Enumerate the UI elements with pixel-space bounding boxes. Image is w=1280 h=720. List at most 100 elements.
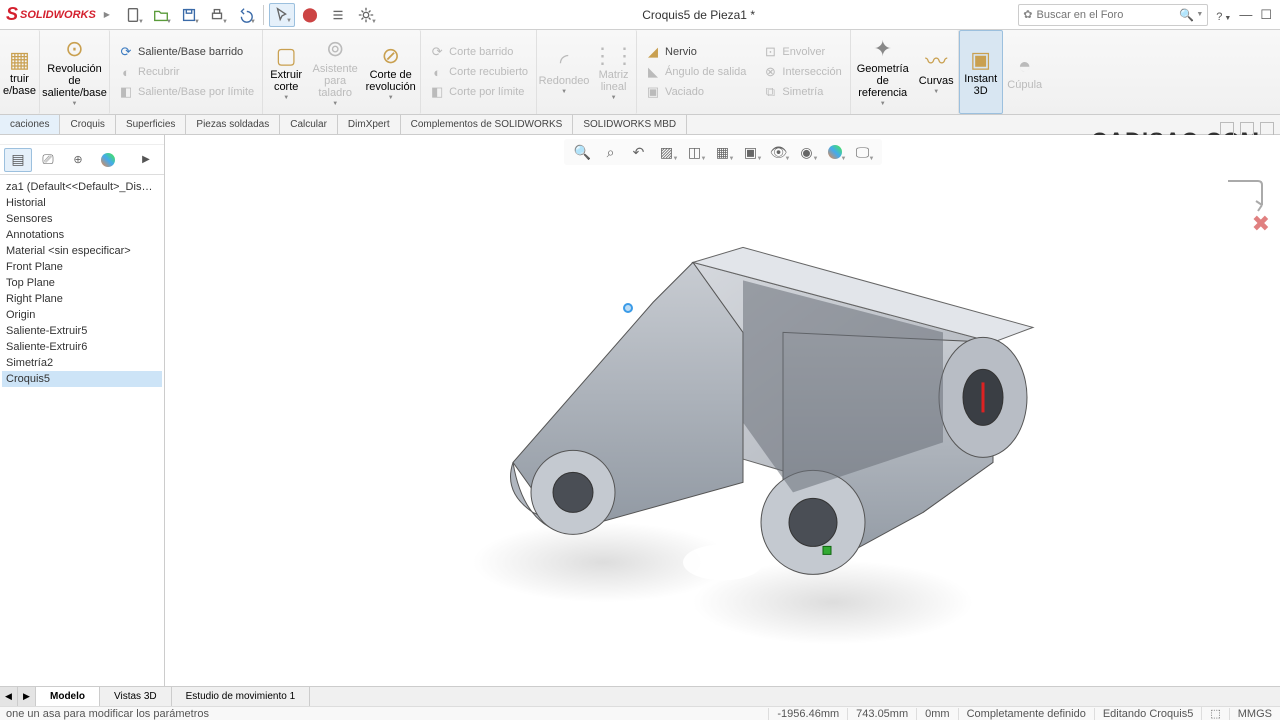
save-button[interactable]: ▼ <box>176 3 202 27</box>
settings-button[interactable]: ▼ <box>353 3 379 27</box>
new-doc-button[interactable]: ▼ <box>120 3 146 27</box>
zoom-fit-button[interactable]: 🔍 <box>570 141 596 163</box>
extrude-cut-button[interactable]: ▢ Extruir corte▼ <box>263 30 309 114</box>
tree-item[interactable]: Saliente-Extruir6 <box>2 339 162 355</box>
status-definition: Completamente definido <box>958 708 1094 720</box>
model-3d-view <box>363 202 1083 662</box>
tab-mbd[interactable]: SOLIDWORKS MBD <box>573 115 687 134</box>
doc-restore-button[interactable] <box>1240 122 1254 136</box>
display-style-button[interactable]: ▦▼ <box>710 141 736 163</box>
ref-geometry-button[interactable]: ✦Geometría de referencia▼ <box>851 30 915 114</box>
status-coord-x: -1956.46mm <box>768 708 847 720</box>
shell-button: ▣Vaciado <box>641 83 750 101</box>
tab-vistas-3d[interactable]: Vistas 3D <box>100 687 172 706</box>
tab-croquis[interactable]: Croquis <box>60 115 115 134</box>
minimize-button[interactable]: — <box>1239 7 1252 23</box>
window-title: Croquis5 de Pieza1 * <box>379 8 1018 22</box>
title-bar: SSOLIDWORKS ▶ ▼ ▼ ▼ ▼ ▼ ▼ ⬤ ▼ Croquis5 d… <box>0 0 1280 30</box>
rebuild-button[interactable]: ⬤ <box>297 3 323 27</box>
status-custom-icon[interactable]: ⬚ <box>1201 707 1228 720</box>
cancel-sketch-button[interactable]: ✖ <box>1252 211 1270 237</box>
doc-close-button[interactable] <box>1260 122 1274 136</box>
hole-wizard-button: ⊚ Asistente para taladro▼ <box>309 30 361 114</box>
status-units[interactable]: MMGS <box>1229 708 1280 720</box>
hide-show-button[interactable]: ▣▼ <box>738 141 764 163</box>
tree-item[interactable]: Material <sin especificar> <box>2 243 162 259</box>
tab-nav-next[interactable]: ▶ <box>18 687 36 706</box>
tree-item[interactable]: Historial <box>2 195 162 211</box>
curves-button[interactable]: 〰Curvas▼ <box>915 30 959 114</box>
search-input[interactable] <box>1037 9 1180 21</box>
graphics-viewport[interactable]: 🔍 ⌕ ↶ ▨▼ ◫▼ ▦▼ ▣▼ 👁▼ ◉▼ ▼ 🖵▼ <box>165 135 1280 692</box>
search-icon[interactable]: 🔍 <box>1179 8 1194 22</box>
tab-dimxpert[interactable]: DimXpert <box>338 115 401 134</box>
tab-modelo[interactable]: Modelo <box>36 687 100 706</box>
tree-root[interactable]: za1 (Default<<Default>_Display S <box>2 179 162 195</box>
select-button[interactable]: ▼ <box>269 3 295 27</box>
options-list-button[interactable] <box>325 3 351 27</box>
tree-item-selected[interactable]: Croquis5 <box>2 371 162 387</box>
maximize-button[interactable]: ☐ <box>1260 7 1272 23</box>
undo-button[interactable]: ▼ <box>232 3 258 27</box>
view-display-button[interactable]: 🖵▼ <box>850 141 876 163</box>
search-scope-icon: ✿ <box>1023 8 1032 21</box>
main-area: ▤ ⎚ ⊕ ▶ za1 (Default<<Default>_Display S… <box>0 135 1280 692</box>
config-manager-tab[interactable]: ⊕ <box>64 148 92 172</box>
busy-cursor-icon <box>623 303 633 313</box>
loft-boss-button: ◐Recubrir <box>114 63 258 81</box>
tree-item[interactable]: Origin <box>2 307 162 323</box>
mirror-button: ⧉Simetría <box>758 83 845 101</box>
status-coord-z: 0mm <box>916 708 957 720</box>
status-hint: one un asa para modificar los parámetros <box>0 708 768 720</box>
tree-item[interactable]: Top Plane <box>2 275 162 291</box>
revolve-boss-button[interactable]: ⊙ Revolución de saliente/base ▼ <box>40 30 110 114</box>
doc-minimize-button[interactable] <box>1220 122 1234 136</box>
view-settings-button[interactable]: 👁▼ <box>766 141 792 163</box>
rib-button[interactable]: ◢Nervio <box>641 43 750 61</box>
revolve-cut-button[interactable]: ⊘ Corte de revolución▼ <box>361 30 421 114</box>
property-manager-tab[interactable]: ⎚ <box>34 148 62 172</box>
command-manager-tabs: caciones Croquis Superficies Piezas sold… <box>0 115 1280 135</box>
print-button[interactable]: ▼ <box>204 3 230 27</box>
feature-tree[interactable]: za1 (Default<<Default>_Display S Histori… <box>0 175 164 692</box>
instant-3d-button[interactable]: ▣Instant 3D <box>959 30 1003 114</box>
apply-scene-button[interactable]: ▼ <box>822 141 848 163</box>
search-box[interactable]: ✿ 🔍 ▼ <box>1018 4 1208 26</box>
tab-nav-prev[interactable]: ◀ <box>0 687 18 706</box>
tree-item[interactable]: Front Plane <box>2 259 162 275</box>
edit-appearance-button[interactable]: ◉▼ <box>794 141 820 163</box>
tab-complementos[interactable]: Complementos de SOLIDWORKS <box>401 115 574 134</box>
tab-piezas-soldadas[interactable]: Piezas soldadas <box>186 115 280 134</box>
quick-access-toolbar: ▼ ▼ ▼ ▼ ▼ ▼ ⬤ ▼ <box>120 3 379 27</box>
appearance-tab[interactable] <box>94 148 122 172</box>
swept-boss-button[interactable]: ⟳Saliente/Base barrido <box>114 43 258 61</box>
tab-operaciones[interactable]: caciones <box>0 115 60 134</box>
status-bar: one un asa para modificar los parámetros… <box>0 706 1280 720</box>
tab-estudio-movimiento[interactable]: Estudio de movimiento 1 <box>172 687 311 706</box>
panel-expand-button[interactable]: ▶ <box>132 148 160 172</box>
status-editing: Editando Croquis5 <box>1094 708 1202 720</box>
open-button[interactable]: ▼ <box>148 3 174 27</box>
tab-calcular[interactable]: Calcular <box>280 115 338 134</box>
tree-item[interactable]: Annotations <box>2 227 162 243</box>
zoom-area-button[interactable]: ⌕ <box>598 141 624 163</box>
section-view-button[interactable]: ▨▼ <box>654 141 680 163</box>
tree-item[interactable]: Saliente-Extruir5 <box>2 323 162 339</box>
help-button[interactable]: ?▼ <box>1216 7 1231 23</box>
heads-up-view-toolbar: 🔍 ⌕ ↶ ▨▼ ◫▼ ▦▼ ▣▼ 👁▼ ◉▼ ▼ 🖵▼ <box>564 139 882 165</box>
doc-window-controls <box>1220 122 1274 136</box>
status-coord-y: 743.05mm <box>847 708 916 720</box>
tree-item[interactable]: Sensores <box>2 211 162 227</box>
feature-manager-panel: ▤ ⎚ ⊕ ▶ za1 (Default<<Default>_Display S… <box>0 135 165 692</box>
intersect-button: ⊗Intersección <box>758 63 845 81</box>
feature-tree-tab[interactable]: ▤ <box>4 148 32 172</box>
boundary-cut-button: ◧Corte por límite <box>425 83 532 101</box>
draft-button: ◣Ángulo de salida <box>641 63 750 81</box>
tree-item[interactable]: Right Plane <box>2 291 162 307</box>
tree-item[interactable]: Simetría2 <box>2 355 162 371</box>
tab-superficies[interactable]: Superficies <box>116 115 186 134</box>
extrude-boss-button[interactable]: ▦ truir e/base <box>0 30 40 114</box>
view-orientation-button[interactable]: ◫▼ <box>682 141 708 163</box>
previous-view-button[interactable]: ↶ <box>626 141 652 163</box>
panel-tabs: ▤ ⎚ ⊕ ▶ <box>0 145 164 175</box>
